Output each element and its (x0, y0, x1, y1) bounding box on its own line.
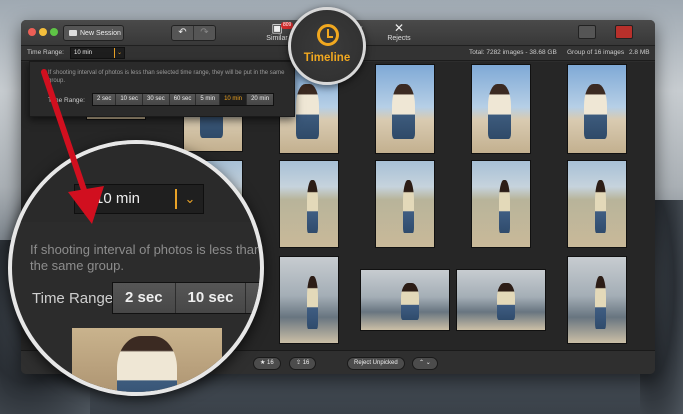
compare-button[interactable] (615, 25, 633, 39)
photo-subject (594, 179, 607, 234)
magnifier-option-2-sec: 2 sec (113, 283, 176, 313)
size-stat: 2.8 MB (629, 49, 650, 56)
chevron-up-icon[interactable]: ⌃ (419, 360, 424, 366)
zoom-magnifier: 10 min ⌄ If shooting interval of photos … (8, 140, 264, 396)
magnifier-segmented-control: 2 sec 10 sec 30 sec (112, 282, 260, 314)
new-session-button[interactable]: New Session (63, 25, 124, 41)
popover-time-range-label: Time Range: (48, 97, 85, 104)
timeline-label: Timeline (303, 52, 351, 64)
rejects-label: Rejects (387, 35, 411, 42)
photo-subject (498, 179, 511, 234)
folder-icon (69, 30, 77, 36)
photo-subject (117, 336, 177, 392)
total-stat: Total: 7282 images - 38.68 GB (469, 49, 557, 56)
photo-thumbnail[interactable] (375, 64, 435, 154)
zoom-window-button[interactable] (50, 28, 58, 36)
photo-thumbnail[interactable] (567, 160, 627, 248)
time-option-10-sec[interactable]: 10 sec (116, 94, 144, 105)
time-option-20-min[interactable]: 20 min (247, 94, 274, 105)
chevron-down-icon: ⌄ (175, 189, 203, 209)
photo-subject (401, 283, 420, 321)
photo-thumbnail[interactable] (279, 256, 339, 344)
time-range-description: If shooting interval of photos is less t… (48, 70, 285, 84)
share-icon: ⇪ (296, 360, 303, 366)
minimize-window-button[interactable] (39, 28, 47, 36)
timeline-callout[interactable]: Timeline (288, 7, 366, 85)
time-option-5-min[interactable]: 5 min (196, 94, 221, 105)
magnifier-description: If shooting interval of photos is less t… (30, 242, 262, 273)
group-stepper[interactable]: ⌃ ⌄ (412, 357, 438, 370)
photo-subject (488, 84, 512, 139)
photo-subject (497, 283, 516, 321)
chevron-down-icon: ⌄ (114, 48, 124, 58)
photo-thumbnail[interactable] (471, 64, 531, 154)
photo-subject (402, 179, 415, 234)
time-range-label: Time Range: (27, 49, 64, 56)
photo-thumbnail[interactable] (360, 269, 450, 331)
reject-unpicked-button[interactable]: Reject Unpicked (347, 357, 405, 370)
arrow-left-icon[interactable]: ↶ (172, 26, 193, 40)
photo-thumbnail[interactable] (456, 269, 546, 331)
photo-thumbnail[interactable] (279, 160, 339, 248)
similar-label: Similar (266, 35, 288, 42)
photo-thumbnail[interactable] (471, 160, 531, 248)
time-range-popover: If shooting interval of photos is less t… (29, 61, 295, 117)
time-range-segmented-control: 2 sec 10 sec 30 sec 60 sec 5 min 10 min … (92, 93, 275, 106)
share-count-button[interactable]: ⇪ 16 (289, 357, 317, 370)
time-range-value: 10 min (74, 50, 93, 56)
magnifier-time-range-label: Time Range: (32, 290, 118, 307)
history-nav: ↶ ↷ (171, 25, 216, 41)
photo-thumbnail[interactable] (375, 160, 435, 248)
star-count: 16 (267, 360, 274, 366)
photo-subject (594, 275, 607, 330)
star-icon: ★ (260, 360, 268, 366)
photo-subject (306, 275, 319, 330)
magnifier-option-10-sec: 10 sec (175, 283, 247, 313)
photo-subject (584, 84, 608, 139)
time-option-2-sec[interactable]: 2 sec (93, 94, 117, 105)
time-option-10-min[interactable]: 10 min (220, 94, 248, 105)
photo-subject (306, 179, 319, 234)
photo-subject (392, 84, 416, 139)
new-session-label: New Session (80, 29, 121, 37)
share-count: 16 (302, 360, 310, 366)
group-stat: Group of 16 images (567, 49, 625, 56)
rejects-button[interactable]: ✕ Rejects (379, 22, 419, 42)
magnifier-photo (72, 328, 222, 392)
arrow-right-icon[interactable]: ↷ (193, 26, 215, 40)
close-window-button[interactable] (28, 28, 36, 36)
time-option-60-sec[interactable]: 60 sec (169, 94, 197, 105)
time-range-select[interactable]: 10 min ⌄ (70, 47, 125, 59)
chevron-down-icon[interactable]: ⌄ (426, 360, 431, 366)
photo-thumbnail[interactable] (567, 64, 627, 154)
view-toggle-button[interactable] (578, 25, 596, 39)
clock-icon (317, 24, 339, 46)
photo-subject (296, 84, 320, 139)
time-option-30-sec[interactable]: 30 sec (143, 94, 170, 105)
close-icon: ✕ (393, 21, 405, 35)
picks-count-button[interactable]: ★ 16 (253, 357, 281, 370)
photo-thumbnail[interactable] (567, 256, 627, 344)
magnifier-time-range-select: 10 min ⌄ (74, 184, 204, 214)
magnifier-time-range-value: 10 min (95, 190, 141, 207)
